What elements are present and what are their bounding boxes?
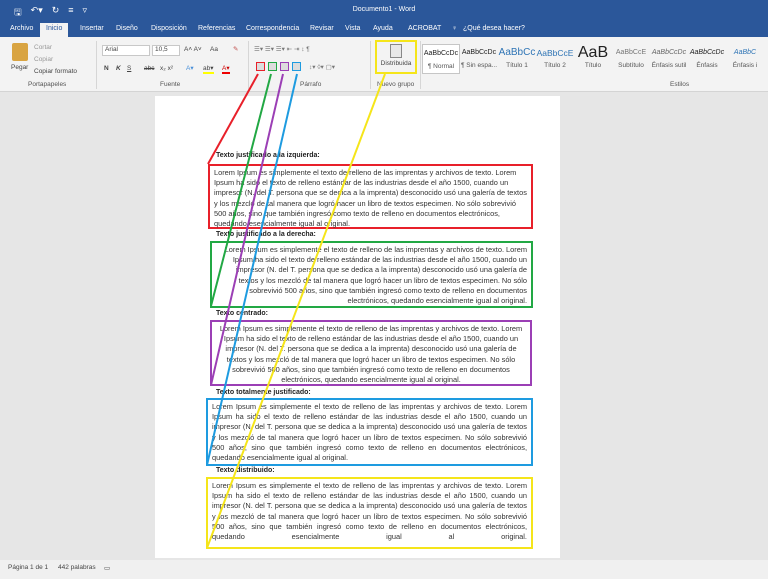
grow-font-button[interactable]: A˄ A˅ <box>184 46 202 53</box>
bold-button[interactable]: N <box>104 65 109 72</box>
tab-diseno[interactable]: Diseño <box>116 25 138 32</box>
format-painter-button[interactable]: Copiar formato <box>34 68 77 75</box>
window-title: Documento1 - Word <box>352 6 416 13</box>
heading-right: Texto justificado a la derecha: <box>216 231 316 238</box>
distributed-button[interactable]: Distribuida <box>375 40 417 74</box>
paragraph-centered[interactable]: Lorem Ipsum es simplemente el texto de r… <box>210 320 532 386</box>
tab-revisar[interactable]: Revisar <box>310 25 334 32</box>
page-count[interactable]: Página 1 de 1 <box>8 564 48 571</box>
style-subtle-emphasis[interactable]: AaBbCcDc Énfasis sutil <box>650 44 688 74</box>
heading-justified: Texto totalmente justificado: <box>216 389 311 396</box>
word-count[interactable]: 442 palabras <box>58 564 96 571</box>
font-size-select[interactable]: 10,5 <box>152 45 180 56</box>
cut-button[interactable]: Cortar <box>34 44 52 51</box>
style-heading-1[interactable]: AaBbCc Título 1 <box>498 44 536 74</box>
paragraph-justified[interactable]: Lorem Ipsum es simplemente el texto de r… <box>206 398 533 466</box>
ribbon: Pegar Cortar Copiar Copiar formato Porta… <box>0 37 768 92</box>
text-effects-icon[interactable]: A▾ <box>186 64 194 72</box>
style-intense-emphasis[interactable]: AaBbC Énfasis i <box>726 44 764 74</box>
status-bar: Página 1 de 1 442 palabras ▭ <box>0 560 768 579</box>
underline-button[interactable]: S <box>127 65 131 72</box>
strikethrough-button[interactable]: abc <box>144 65 154 72</box>
tab-archivo[interactable]: Archivo <box>10 25 33 32</box>
group-label-styles: Estilos <box>670 81 690 88</box>
italic-button[interactable]: K <box>116 65 121 72</box>
align-left-button[interactable] <box>256 62 265 71</box>
tell-me-search[interactable]: ¿Qué desea hacer? <box>463 25 525 32</box>
tab-acrobat[interactable]: ACROBAT <box>408 25 441 32</box>
font-color-icon[interactable]: A▾ <box>222 64 230 74</box>
subscript-superscript-icons[interactable]: x₂ x² <box>160 65 173 72</box>
clear-format-icon[interactable]: ✎ <box>233 45 238 53</box>
group-label-font: Fuente <box>160 81 181 88</box>
style-subtitle[interactable]: AaBbCcE Subtítulo <box>612 44 650 74</box>
tab-correspondencia[interactable]: Correspondencia <box>246 25 299 32</box>
tab-insertar[interactable]: Insertar <box>80 25 104 32</box>
style-heading-2[interactable]: AaBbCcE Título 2 <box>536 44 574 74</box>
style-title[interactable]: AaB Título <box>574 44 612 74</box>
paste-button[interactable]: Pegar <box>11 64 28 71</box>
font-name-select[interactable]: Arial <box>102 45 150 56</box>
styles-gallery: AaBbCcDc ¶ Normal AaBbCcDc ¶ Sin espa... A… <box>422 44 764 74</box>
distributed-icon <box>390 44 402 58</box>
paragraph-left-aligned[interactable]: Lorem Ipsum es simplemente el texto de r… <box>208 164 533 229</box>
group-label-clipboard: Portapapeles <box>28 81 67 88</box>
tab-disposicion[interactable]: Disposición <box>151 25 187 32</box>
paragraph-right-aligned[interactable]: Lorem Ipsum es simplemente el texto de r… <box>210 241 533 308</box>
style-emphasis[interactable]: AaBbCcDc Énfasis <box>688 44 726 74</box>
copy-button[interactable]: Copiar <box>34 56 53 63</box>
bullets-numbering-icons[interactable]: ☰▾ ☰▾ ☰▾ ⇤ ⇥ ↕ ¶ <box>254 45 310 53</box>
heading-left: Texto justificado a la izquierda: <box>216 152 320 159</box>
line-spacing-shading-borders-icons[interactable]: ↕▾ ◊▾ ▢▾ <box>309 63 335 71</box>
title-bar: 🖫 ↶▾ ↻ ≡ ▿ Documento1 - Word <box>0 0 768 20</box>
align-right-button[interactable] <box>268 62 277 71</box>
heading-distributed: Texto distribuido: <box>216 467 275 474</box>
justify-button[interactable] <box>292 62 301 71</box>
style-no-spacing[interactable]: AaBbCcDc ¶ Sin espa... <box>460 44 498 74</box>
group-label-paragraph: Párrafo <box>300 81 322 88</box>
lightbulb-icon: ♀ <box>452 25 458 32</box>
highlight-icon[interactable]: ab▾ <box>203 64 214 74</box>
proofing-icon[interactable]: ▭ <box>104 564 110 572</box>
tab-ayuda[interactable]: Ayuda <box>373 25 393 32</box>
tab-vista[interactable]: Vista <box>345 25 360 32</box>
group-label-new-group: Nuevo grupo <box>377 81 415 88</box>
paste-icon[interactable] <box>12 43 28 61</box>
change-case-button[interactable]: Aa <box>210 46 218 53</box>
tab-referencias[interactable]: Referencias <box>198 25 235 32</box>
align-center-button[interactable] <box>280 62 289 71</box>
heading-center: Texto centrado: <box>216 310 268 317</box>
paragraph-distributed[interactable]: Lorem Ipsum es simplemente el texto de r… <box>206 477 533 549</box>
ribbon-tabs: Archivo Inicio Insertar Diseño Disposici… <box>0 20 768 37</box>
style-normal[interactable]: AaBbCcDc ¶ Normal <box>422 44 460 74</box>
tab-inicio[interactable]: Inicio <box>40 23 69 37</box>
